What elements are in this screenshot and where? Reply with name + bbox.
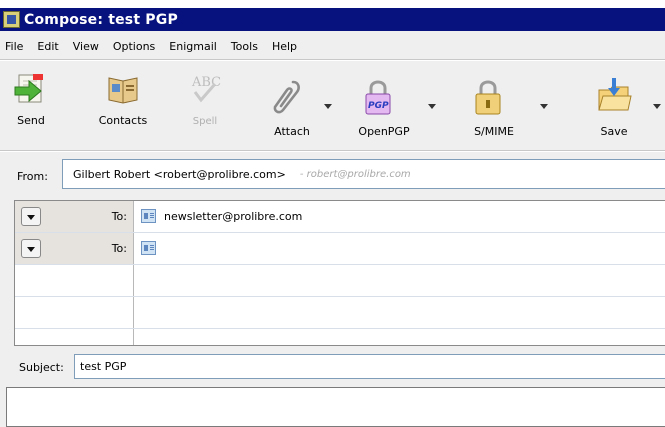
recipient-empty-type-cell xyxy=(15,297,134,328)
subject-input[interactable]: test PGP xyxy=(74,354,665,379)
menu-separator-highlight xyxy=(0,60,665,61)
send-label: Send xyxy=(17,114,45,127)
spellcheck-icon: ABC xyxy=(191,75,221,103)
recipient-empty-type-cell xyxy=(15,265,134,296)
contact-card-icon xyxy=(141,241,156,255)
save-button[interactable]: Save xyxy=(586,66,642,142)
recipient-type-dropdown[interactable] xyxy=(21,207,41,226)
paperclip-icon xyxy=(273,80,300,114)
menu-enigmail[interactable]: Enigmail xyxy=(162,40,224,53)
send-button[interactable]: Send xyxy=(2,66,60,136)
menu-edit[interactable]: Edit xyxy=(30,40,65,53)
svg-text:ABC: ABC xyxy=(191,75,221,90)
message-body-editor[interactable] xyxy=(6,387,665,427)
attach-label: Attach xyxy=(274,125,310,138)
compose-app-icon xyxy=(3,11,20,28)
window-titlebar: Compose: test PGP xyxy=(0,8,665,31)
from-value: Gilbert Robert <robert@prolibre.com> xyxy=(73,167,286,181)
recipient-empty-row[interactable] xyxy=(15,297,665,329)
recipient-row: To: xyxy=(15,233,665,265)
openpgp-dropdown-icon[interactable] xyxy=(428,104,436,109)
compose-toolbar: Send Contacts ABC Spell Attach PGP OpenP… xyxy=(0,62,665,148)
contacts-button[interactable]: Contacts xyxy=(88,66,158,136)
attach-button[interactable]: Attach xyxy=(262,66,322,142)
openpgp-label: OpenPGP xyxy=(358,125,410,138)
menu-options[interactable]: Options xyxy=(106,40,162,53)
toolbar-separator-highlight xyxy=(0,151,665,152)
contact-card-icon xyxy=(141,209,156,223)
pgp-badge: PGP xyxy=(368,101,389,111)
window-title: Compose: test PGP xyxy=(24,11,178,28)
recipient-type-label: To: xyxy=(111,242,127,255)
recipient-empty-row[interactable] xyxy=(15,265,665,297)
smime-lock-icon xyxy=(475,80,501,115)
recipient-type-label: To: xyxy=(111,210,127,223)
spell-label: Spell xyxy=(192,116,218,127)
save-dropdown-icon[interactable] xyxy=(653,104,661,109)
address-book-icon xyxy=(108,77,138,104)
recipient-row: To: newsletter@prolibre.com xyxy=(15,201,665,233)
recipient-empty-type-cell xyxy=(15,329,134,345)
menu-view[interactable]: View xyxy=(66,40,106,53)
menu-help[interactable]: Help xyxy=(265,40,304,53)
recipient-address-input[interactable]: newsletter@prolibre.com xyxy=(164,210,302,223)
menu-file[interactable]: File xyxy=(0,40,30,53)
desktop-top-strip xyxy=(0,0,665,8)
save-label: Save xyxy=(600,125,628,138)
recipient-empty-row[interactable] xyxy=(15,329,665,345)
from-identity-hint: - robert@prolibre.com xyxy=(299,168,411,180)
smime-button[interactable]: S/MIME xyxy=(462,66,526,142)
recipient-list: To: newsletter@prolibre.com To: xyxy=(14,200,665,346)
openpgp-button[interactable]: PGP OpenPGP xyxy=(352,66,416,142)
menu-bar: File Edit View Options Enigmail Tools He… xyxy=(0,33,665,59)
smime-label: S/MIME xyxy=(474,125,514,138)
subject-label: Subject: xyxy=(19,361,64,374)
pgp-lock-icon: PGP xyxy=(365,80,391,115)
recipient-type-cell: To: xyxy=(15,201,134,232)
from-identity-select[interactable]: Gilbert Robert <robert@prolibre.com> - r… xyxy=(62,159,665,189)
attach-dropdown-icon[interactable] xyxy=(324,104,332,109)
recipient-type-cell: To: xyxy=(15,233,134,264)
contacts-label: Contacts xyxy=(98,114,148,127)
smime-dropdown-icon[interactable] xyxy=(540,104,548,109)
from-label: From: xyxy=(17,170,48,183)
save-folder-icon xyxy=(598,78,632,111)
menu-tools[interactable]: Tools xyxy=(224,40,265,53)
spell-button[interactable]: ABC Spell xyxy=(180,66,230,136)
send-icon xyxy=(14,74,43,103)
recipient-type-dropdown[interactable] xyxy=(21,239,41,258)
